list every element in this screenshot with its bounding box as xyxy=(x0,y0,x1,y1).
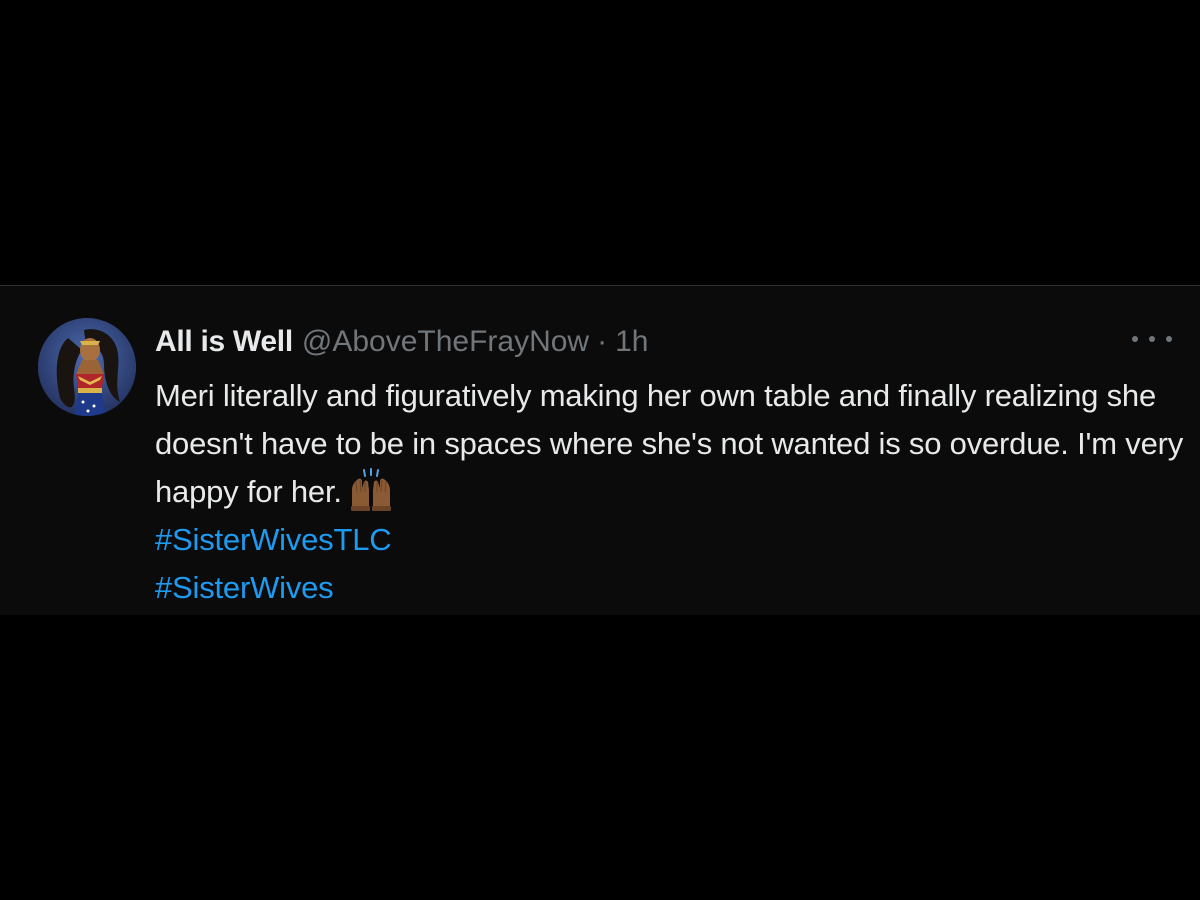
tweet-card[interactable]: All is Well @AboveTheFrayNow · 1h Meri l… xyxy=(0,285,1200,615)
avatar-image xyxy=(38,318,136,416)
more-dots-icon[interactable] xyxy=(1132,324,1172,354)
more-dot xyxy=(1166,336,1172,342)
more-dot xyxy=(1149,336,1155,342)
tweet-text: Meri literally and figuratively making h… xyxy=(155,378,1184,509)
tweet-body: Meri literally and figuratively making h… xyxy=(155,372,1185,612)
more-dot xyxy=(1132,336,1138,342)
user-handle[interactable]: @AboveTheFrayNow xyxy=(302,325,589,359)
separator-dot: · xyxy=(597,325,608,358)
display-name[interactable]: All is Well xyxy=(155,325,293,359)
timestamp[interactable]: 1h xyxy=(615,325,648,359)
raising-hands-emoji-icon xyxy=(348,468,394,512)
hashtag-link[interactable]: #SisterWivesTLC xyxy=(155,516,1185,564)
hashtag-link[interactable]: #SisterWives xyxy=(155,564,1185,612)
tweet-header: All is Well @AboveTheFrayNow · 1h xyxy=(155,322,648,362)
avatar[interactable] xyxy=(38,318,136,416)
